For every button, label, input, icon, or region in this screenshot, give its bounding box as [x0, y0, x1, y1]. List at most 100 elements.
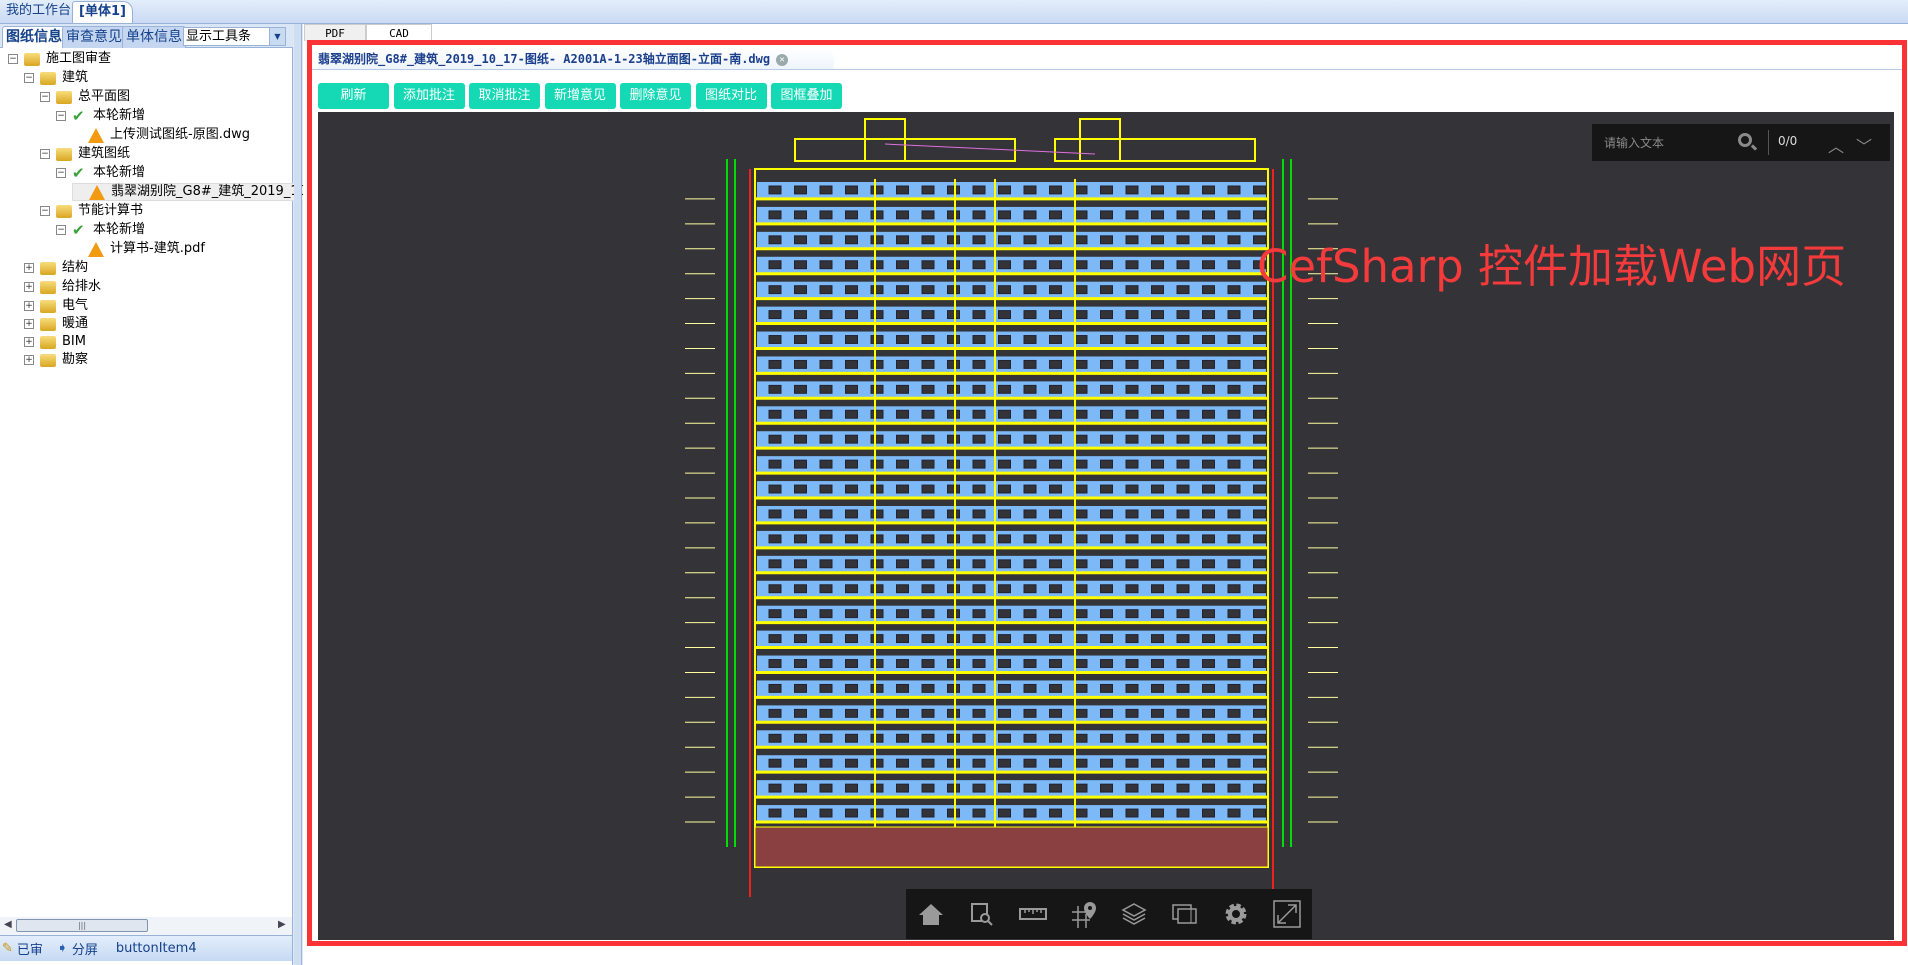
tree-node[interactable]: − 建筑 — [24, 69, 88, 87]
window — [1227, 708, 1241, 718]
chevron-up-icon[interactable]: ︿ — [1828, 133, 1844, 157]
tab-review-opinions[interactable]: 审查意见 — [62, 26, 126, 48]
window — [1227, 733, 1241, 743]
window — [1049, 235, 1062, 245]
tree-node[interactable]: − ✔ 本轮新增 — [56, 164, 145, 182]
button-item-4[interactable]: buttonItem4 — [116, 941, 197, 956]
action-button[interactable]: 取消批注 — [469, 83, 540, 109]
window — [921, 384, 935, 394]
coordinate-pin-icon[interactable] — [1069, 899, 1099, 929]
window — [1049, 609, 1062, 619]
tree-node[interactable]: − 总平面图 — [40, 88, 130, 106]
tree-node[interactable]: + 勘察 — [24, 351, 88, 369]
tree-node[interactable]: − 建筑图纸 — [40, 145, 130, 163]
tab-pdf[interactable]: PDF — [304, 24, 366, 41]
tree-node[interactable]: − 节能计算书 — [40, 202, 143, 220]
window — [947, 609, 960, 619]
tab-my-workbench[interactable]: 我的工作台 — [0, 1, 77, 23]
window — [870, 609, 884, 619]
layers-icon[interactable] — [1119, 899, 1149, 929]
window — [794, 783, 807, 793]
tab-unit-1[interactable]: [单体1] — [72, 1, 133, 23]
chevron-down-icon[interactable]: ﹀ — [1856, 133, 1872, 157]
window — [1202, 484, 1215, 494]
window — [1176, 434, 1190, 444]
close-icon[interactable]: ✕ — [776, 53, 789, 66]
chevron-down-icon[interactable]: ▼ — [269, 28, 285, 45]
home-icon[interactable] — [916, 899, 946, 929]
window — [1176, 559, 1190, 569]
action-button[interactable]: 删除意见 — [620, 83, 691, 109]
split-screen-button[interactable]: 分屏 — [72, 939, 98, 958]
window — [819, 758, 833, 768]
tab-drawing-info[interactable]: 图纸信息 — [2, 26, 66, 48]
collapse-icon[interactable]: − — [56, 225, 66, 235]
tree-node[interactable]: 翡翠湖别院_G8#_建筑_2019_10_17 — [72, 183, 331, 201]
window — [1151, 758, 1164, 768]
tree-node[interactable]: + 电气 — [24, 297, 88, 315]
window — [896, 534, 909, 544]
tree-node[interactable]: − 施工图审查 — [8, 50, 111, 68]
measure-ruler-icon[interactable] — [1018, 899, 1048, 929]
zoom-window-icon[interactable] — [967, 899, 997, 929]
panel-splitter[interactable] — [294, 24, 302, 965]
drawing-line — [884, 143, 1096, 155]
cad-canvas[interactable]: 请输入文本 0/0 ︿ ﹀ CefSharp 控件加载Web网页 — [318, 112, 1894, 940]
expand-icon[interactable]: + — [24, 282, 34, 292]
toolbar-display-select[interactable]: 显示工具条 ▼ — [183, 27, 286, 46]
tree-node[interactable]: − ✔ 本轮新增 — [56, 107, 145, 125]
window — [1125, 708, 1139, 718]
tree-node[interactable]: 计算书-建筑.pdf — [72, 240, 205, 258]
settings-gear-icon[interactable] — [1221, 899, 1251, 929]
search-input[interactable]: 请输入文本 — [1604, 134, 1664, 151]
window — [1176, 459, 1190, 469]
window — [870, 409, 884, 419]
window — [1176, 708, 1190, 718]
expand-icon[interactable]: + — [24, 337, 34, 347]
viewport-icon[interactable] — [1170, 899, 1200, 929]
collapse-icon[interactable]: − — [40, 92, 50, 102]
window — [1125, 683, 1139, 693]
document-tab[interactable]: 翡翠湖别院_G8#_建筑_2019_10_17-图纸- A2001A-1-23轴… — [318, 49, 835, 69]
tree-node[interactable]: + 给排水 — [24, 278, 101, 296]
window — [1049, 185, 1062, 195]
window — [819, 559, 833, 569]
tab-unit-info[interactable]: 单体信息 — [122, 26, 186, 48]
collapse-icon[interactable]: − — [56, 168, 66, 178]
expand-icon[interactable]: + — [24, 319, 34, 329]
tree-node[interactable]: − ✔ 本轮新增 — [56, 221, 145, 239]
action-button[interactable]: 图纸对比 — [695, 83, 767, 109]
tree-node[interactable]: + 暖通 — [24, 315, 88, 333]
window — [1176, 484, 1190, 494]
collapse-icon[interactable]: − — [56, 111, 66, 121]
tree-node[interactable]: + 结构 — [24, 259, 88, 277]
window — [947, 559, 960, 569]
action-button[interactable]: 添加批注 — [393, 83, 465, 109]
tree-node[interactable]: 上传测试图纸-原图.dwg — [72, 126, 250, 144]
action-button[interactable]: 图框叠加 — [771, 83, 842, 109]
collapse-icon[interactable]: − — [40, 149, 50, 159]
horizontal-scrollbar[interactable]: ◀ ||| ▶ — [0, 917, 292, 935]
action-button[interactable]: 新增意见 — [544, 83, 616, 109]
fullscreen-icon[interactable] — [1272, 899, 1302, 929]
window — [1074, 534, 1088, 544]
window — [768, 384, 782, 394]
window — [1049, 808, 1062, 818]
window — [1176, 260, 1190, 270]
tab-cad[interactable]: CAD — [366, 24, 432, 41]
window — [998, 609, 1011, 619]
tree-node[interactable]: + BIM — [24, 333, 86, 351]
collapse-icon[interactable]: − — [8, 54, 18, 64]
window — [1023, 434, 1037, 444]
search-icon[interactable] — [1738, 133, 1752, 147]
scroll-thumb[interactable]: ||| — [16, 919, 148, 932]
collapse-icon[interactable]: − — [24, 73, 34, 83]
action-button[interactable]: 刷新 — [318, 83, 389, 109]
collapse-icon[interactable]: − — [40, 206, 50, 216]
scroll-right-icon[interactable]: ▶ — [278, 919, 286, 930]
reviewed-button[interactable]: 已审 — [17, 939, 43, 958]
scroll-left-icon[interactable]: ◀ — [4, 919, 12, 930]
expand-icon[interactable]: + — [24, 355, 34, 365]
expand-icon[interactable]: + — [24, 301, 34, 311]
expand-icon[interactable]: + — [24, 263, 34, 273]
